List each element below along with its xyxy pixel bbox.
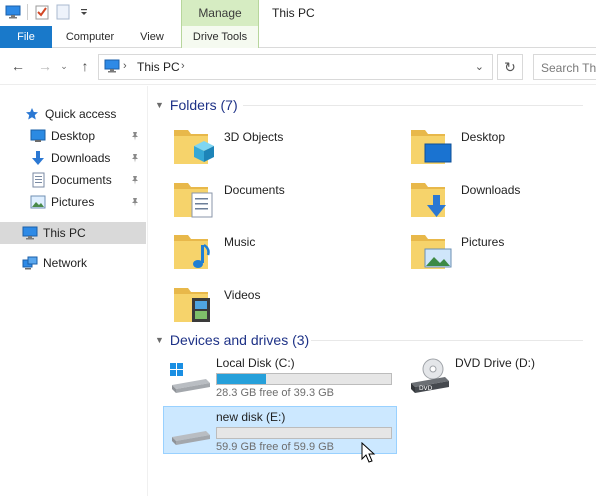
nav-item-pictures[interactable]: Pictures [0,191,146,213]
quick-access-toolbar [4,3,93,21]
pictures-folder-icon [411,235,452,269]
title-bar: Manage This PC [0,0,596,26]
customize-toolbar-icon[interactable] [75,3,93,21]
nav-label: Network [43,256,88,270]
tab-file[interactable]: File [0,26,52,48]
documents-icon [30,172,46,188]
this-pc-icon [104,59,120,76]
nav-item-downloads[interactable]: Downloads [0,147,146,169]
folder-desktop[interactable]: Desktop [407,122,596,170]
search-input[interactable]: Search This PC [533,54,596,80]
address-bar[interactable]: › This PC › ⌄ [98,54,493,80]
folder-documents[interactable]: Documents [170,175,390,223]
svg-text:DVD: DVD [419,385,433,392]
address-dropdown-icon[interactable]: ⌄ [475,60,484,73]
this-pc-icon [22,225,38,241]
ribbon-tabs: File Computer View Drive Tools [0,26,596,48]
divider [243,105,583,106]
nav-label: Quick access [45,107,117,121]
downloads-icon [30,150,46,166]
new-folder-icon[interactable] [54,3,72,21]
nav-item-documents[interactable]: Documents [0,169,146,191]
nav-label: Downloads [51,151,111,165]
refresh-icon[interactable]: ↻ [497,54,523,80]
navigation-bar: ← → ⌄ ↑ › This PC › ⌄ ↻ Search This PC [0,49,596,85]
drive-label: Local Disk (C:) [216,356,295,370]
folder-videos[interactable]: Videos [170,280,390,328]
desktop-icon [30,128,46,144]
star-icon [24,106,40,122]
drives-group-header[interactable]: ▼ Devices and drives (3) [155,330,309,350]
collapse-caret-icon[interactable]: ▼ [155,100,164,110]
breadcrumb-chevron-icon[interactable]: › [123,60,127,72]
nav-item-network[interactable]: Network [0,252,146,274]
mouse-cursor-icon [361,442,376,463]
up-arrow-icon[interactable]: ↑ [76,57,94,75]
drive-free-space: 28.3 GB free of 39.3 GB [216,387,335,399]
content-pane: ▼ Folders (7) 3D Objects Desktop Documen… [149,86,596,496]
drive-local-disk-c[interactable]: Local Disk (C:) 28.3 GB free of 39.3 GB [164,353,398,401]
pin-icon[interactable] [130,174,140,188]
drive-free-space: 59.9 GB free of 59.9 GB [216,441,335,453]
nav-label: Pictures [51,195,95,209]
tab-computer[interactable]: Computer [58,26,122,48]
nav-label: Desktop [51,129,96,143]
usage-bar [216,427,392,439]
dvd-drive-icon: DVD [411,358,449,393]
recent-locations-chevron-icon[interactable]: ⌄ [58,57,70,75]
forward-arrow-icon[interactable]: → [36,57,54,75]
nav-label: This PC [43,226,86,240]
drive-label: new disk (E:) [216,410,286,424]
downloads-folder-icon [411,183,446,217]
nav-item-this-pc[interactable]: This PC [0,222,146,244]
videos-folder-icon [174,288,210,322]
usage-bar [216,373,392,385]
3d-objects-folder-icon [174,130,214,164]
this-pc-icon[interactable] [4,3,22,21]
folder-label: Videos [224,288,261,302]
documents-folder-icon [174,183,213,218]
folder-label: Downloads [461,183,521,197]
folders-header-label: Folders (7) [169,97,238,113]
folder-pictures[interactable]: Pictures [407,227,596,275]
divider [27,4,28,20]
desktop-folder-icon [411,130,452,164]
folder-downloads[interactable]: Downloads [407,175,596,223]
folder-label: 3D Objects [224,130,284,144]
pin-icon[interactable] [130,196,140,210]
drive-label: DVD Drive (D:) [455,356,535,370]
drives-header-label: Devices and drives (3) [169,332,310,348]
collapse-caret-icon[interactable]: ▼ [155,335,164,345]
drive-dvd-d[interactable]: DVD DVD Drive (D:) [403,353,593,401]
network-icon [22,255,38,271]
pin-icon[interactable] [130,130,140,144]
windows-drive-icon [170,363,210,393]
nav-item-desktop[interactable]: Desktop [0,125,146,147]
folder-label: Documents [224,183,285,197]
folder-3d-objects[interactable]: 3D Objects [170,122,390,170]
music-folder-icon [174,235,210,269]
tab-view[interactable]: View [130,26,174,48]
breadcrumb-chevron-icon[interactable]: › [181,60,185,72]
pin-icon[interactable] [130,152,140,166]
breadcrumb-this-pc[interactable]: This PC [137,60,180,74]
usage-bar-fill [217,374,266,384]
tab-drive-tools[interactable]: Drive Tools [181,26,259,48]
folder-label: Music [224,235,256,249]
properties-icon[interactable] [33,3,51,21]
navigation-pane: Quick access Desktop Downloads Documents [0,86,148,496]
window-title: This PC [272,6,315,20]
nav-label: Documents [51,173,112,187]
folders-group-header[interactable]: ▼ Folders (7) [155,95,238,115]
folder-music[interactable]: Music [170,227,390,275]
nav-quick-access[interactable]: Quick access [0,103,146,125]
divider [311,340,583,341]
folder-label: Desktop [461,130,506,144]
folder-label: Pictures [461,235,505,249]
pictures-icon [30,194,46,210]
back-arrow-icon[interactable]: ← [9,57,27,75]
manage-label: Manage [198,6,242,20]
manage-context-group: Manage [181,0,259,26]
drive-icon [172,431,210,445]
